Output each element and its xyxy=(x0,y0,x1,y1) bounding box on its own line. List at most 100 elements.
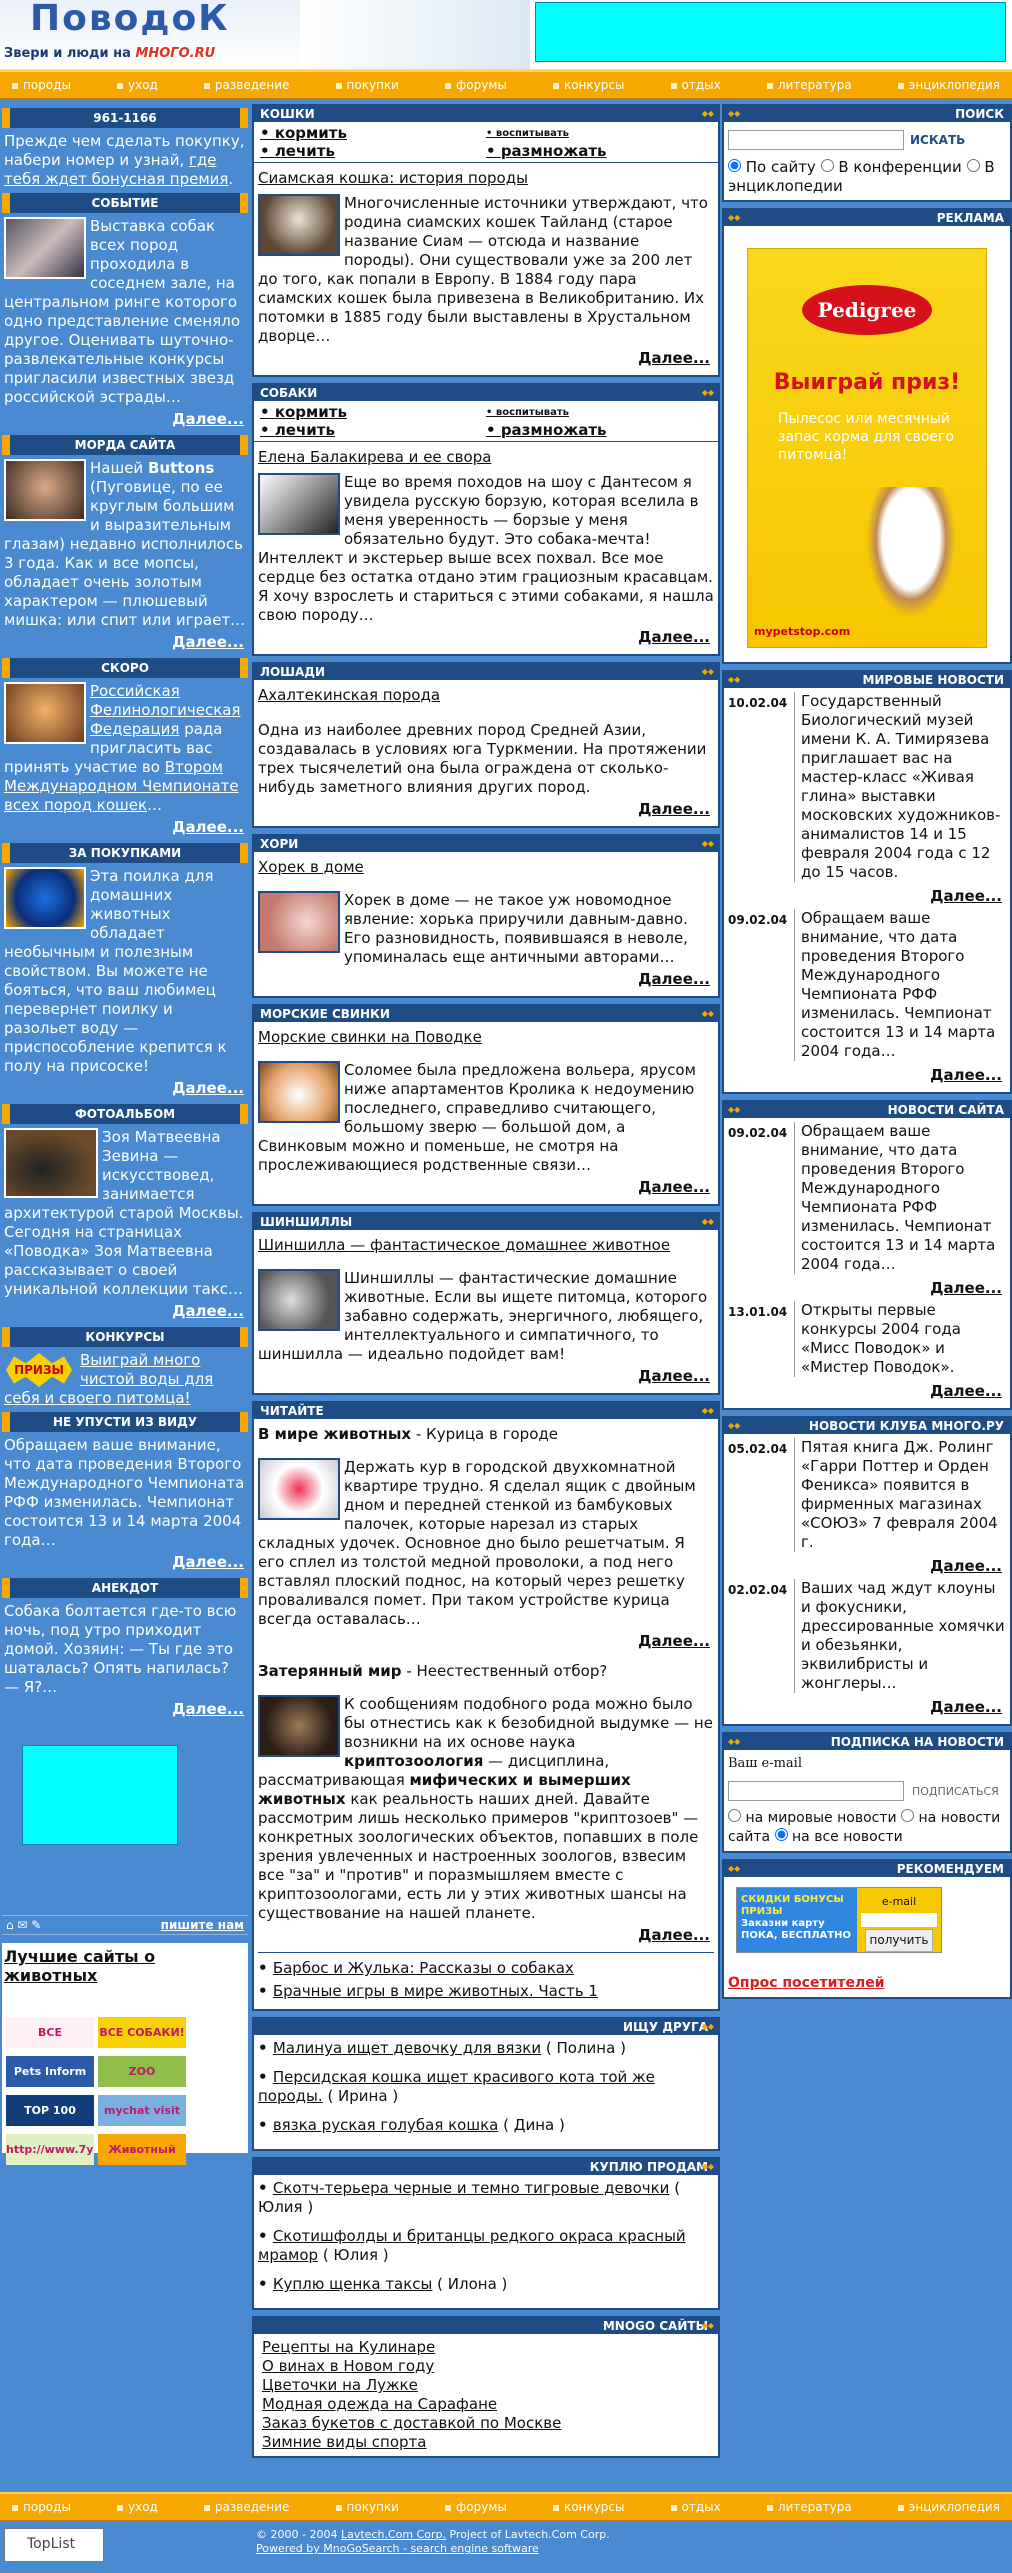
mnogo-site-link[interactable]: Модная одежда на Сарафане xyxy=(262,2395,497,2413)
left-banner[interactable] xyxy=(22,1745,178,1845)
bonus-email-field[interactable] xyxy=(861,1913,937,1927)
soon-more-link[interactable]: Далее... xyxy=(2,815,248,839)
face-more-link[interactable]: Далее... xyxy=(2,630,248,654)
chicken-photo[interactable] xyxy=(258,1458,340,1520)
sub-option-world[interactable]: на мировые новости xyxy=(728,1809,897,1826)
rubric-train[interactable]: воспитывать xyxy=(486,128,712,139)
nav-item[interactable]: форумы xyxy=(445,2500,507,2514)
dachshund-photo[interactable] xyxy=(4,1128,98,1198)
nav-item[interactable]: разведение xyxy=(204,78,290,92)
toplist-counter[interactable]: TopList xyxy=(4,2528,104,2562)
nav-item[interactable]: конкурсы xyxy=(553,2500,624,2514)
horses-more-link[interactable]: Далее... xyxy=(258,797,714,822)
rubric-feed[interactable]: кормить xyxy=(260,124,486,142)
cats-more-link[interactable]: Далее... xyxy=(258,346,714,371)
nav-item[interactable]: покупки xyxy=(336,2500,399,2514)
sub-option-all[interactable]: на все новости xyxy=(774,1828,903,1845)
news-more-link[interactable]: Далее... xyxy=(728,1276,1006,1301)
nav-item[interactable]: отдых xyxy=(671,2500,721,2514)
nav-item[interactable]: энциклопедия xyxy=(898,78,1000,92)
rubric-treat[interactable]: лечить xyxy=(260,142,486,160)
rubric-feed[interactable]: кормить xyxy=(260,403,486,421)
cat-photo[interactable] xyxy=(4,682,86,744)
rubric-breed[interactable]: размножать xyxy=(486,421,712,439)
ad-link[interactable]: Куплю щенка таксы xyxy=(273,2275,433,2293)
search-button[interactable]: ИСКАТЬ xyxy=(910,131,965,150)
read-link[interactable]: Барбос и Жулька: Рассказы о собаках xyxy=(273,1959,574,1977)
search-option-site[interactable]: По сайту xyxy=(728,158,816,176)
nav-item[interactable]: разведение xyxy=(204,2500,290,2514)
pug-photo[interactable] xyxy=(4,459,86,521)
event-more-link[interactable]: Далее... xyxy=(2,407,248,431)
ferrets-more-link[interactable]: Далее... xyxy=(258,967,714,992)
read-link[interactable]: Брачные игры в мире животных. Часть 1 xyxy=(273,1982,598,2000)
nav-item[interactable]: покупки xyxy=(336,78,399,92)
news-more-link[interactable]: Далее... xyxy=(728,1554,1006,1579)
subscribe-button[interactable]: ПОДПИСАТЬСЯ xyxy=(912,1782,999,1801)
rubric-train[interactable]: воспитывать xyxy=(486,407,712,418)
site-banner[interactable]: TOP 100 xyxy=(6,2095,94,2126)
bonus-card-banner[interactable]: СКИДКИ БОНУСЫ ПРИЗЫ Заказни карту ПОКА, БЕ… xyxy=(736,1887,942,1953)
pigs-more-link[interactable]: Далее... xyxy=(258,1175,714,1200)
chinchilla-more-link[interactable]: Далее... xyxy=(258,1364,714,1389)
search-input[interactable] xyxy=(728,130,904,150)
miss-more-link[interactable]: Далее... xyxy=(2,1550,248,1574)
nav-item[interactable]: уход xyxy=(117,2500,158,2514)
news-more-link[interactable]: Далее... xyxy=(728,884,1006,909)
nav-item[interactable]: литература xyxy=(767,2500,852,2514)
site-banner[interactable]: Pets Inform xyxy=(6,2056,94,2087)
site-banner[interactable]: mychat visit xyxy=(98,2095,186,2126)
photo-more-link[interactable]: Далее... xyxy=(2,1299,248,1323)
event-photo[interactable] xyxy=(4,217,86,279)
bowl-photo[interactable] xyxy=(4,867,86,929)
site-banner[interactable]: ВСЕ СОБАКИ! xyxy=(98,2017,186,2048)
site-logo[interactable]: ПоводоК Звери и люди на МНОГО.RU xyxy=(0,0,300,69)
search-option-forum[interactable]: В конференции xyxy=(820,158,962,176)
news-more-link[interactable]: Далее... xyxy=(728,1695,1006,1720)
nav-item[interactable]: отдых xyxy=(671,78,721,92)
read-more-link-2[interactable]: Далее... xyxy=(258,1923,714,1948)
dogs-title-link[interactable]: Елена Балакирева и ее свора xyxy=(258,448,714,467)
borzoi-photo[interactable] xyxy=(258,473,340,535)
read-rubric-1[interactable]: В мире животных xyxy=(258,1425,411,1443)
site-banner[interactable]: Животный мир xyxy=(98,2134,186,2165)
top-banner[interactable] xyxy=(535,2,1006,62)
home-icon[interactable]: ⌂ ✉ ✎ xyxy=(6,1918,41,1932)
write-us-link[interactable]: пишите нам xyxy=(161,1918,244,1932)
horses-title-link[interactable]: Ахалтекинская порода xyxy=(258,686,714,705)
lavtech-link[interactable]: Lavtech.Com Corp. xyxy=(341,2528,446,2541)
nav-item[interactable]: породы xyxy=(12,78,71,92)
ad-link[interactable]: вязка руская голубая кошка xyxy=(273,2116,499,2134)
mnogosearch-link[interactable]: Powered by MnoGoSearch - search engine s… xyxy=(256,2542,539,2555)
ferrets-title-link[interactable]: Хорек в доме xyxy=(258,858,714,877)
pedigree-ad[interactable]: Pedigree Выиграй приз! Пылесос или месяч… xyxy=(747,248,987,648)
cats-title-link[interactable]: Сиамская кошка: история породы xyxy=(258,169,714,188)
ferret-photo[interactable] xyxy=(258,891,340,953)
read-more-link-1[interactable]: Далее... xyxy=(258,1629,714,1654)
nav-item[interactable]: литература xyxy=(767,78,852,92)
news-more-link[interactable]: Далее... xyxy=(728,1379,1006,1404)
nav-item[interactable]: форумы xyxy=(445,78,507,92)
pigs-title-link[interactable]: Морские свинки на Поводке xyxy=(258,1028,714,1047)
mnogo-site-link[interactable]: Зимние виды спорта xyxy=(262,2433,427,2451)
mnogo-site-link[interactable]: Рецепты на Кулинаре xyxy=(262,2338,435,2356)
chinchilla-photo[interactable] xyxy=(258,1269,340,1331)
guinea-pig-photo[interactable] xyxy=(258,1061,340,1123)
news-more-link[interactable]: Далее... xyxy=(728,1063,1006,1088)
shop-more-link[interactable]: Далее... xyxy=(2,1076,248,1100)
site-banner[interactable]: ZOO xyxy=(98,2056,186,2087)
nav-item[interactable]: энциклопедия xyxy=(898,2500,1000,2514)
mnogo-site-link[interactable]: Заказ букетов с доставкой по Москве xyxy=(262,2414,561,2432)
bonus-get-button[interactable]: получить xyxy=(864,1929,934,1952)
ad-link[interactable]: Персидская кошка ищет красивого кота той… xyxy=(258,2068,655,2105)
email-input[interactable] xyxy=(728,1781,904,1801)
chinchilla-title-link[interactable]: Шиншилла — фантастическое домашнее живот… xyxy=(258,1236,714,1255)
ad-link[interactable]: Скотч-терьера черные и темно тигровые де… xyxy=(273,2179,670,2197)
mnogo-site-link[interactable]: О винах в Новом году xyxy=(262,2357,434,2375)
siamese-photo[interactable] xyxy=(258,194,340,256)
best-sites-title[interactable]: Лучшие сайты о животных xyxy=(4,1947,155,1985)
site-banner[interactable]: http://www.7ya.ru xyxy=(6,2134,94,2165)
ad-link[interactable]: Малинуа ищет девочку для вязки xyxy=(273,2039,541,2057)
nav-item[interactable]: уход xyxy=(117,78,158,92)
cryptid-photo[interactable] xyxy=(258,1695,340,1757)
